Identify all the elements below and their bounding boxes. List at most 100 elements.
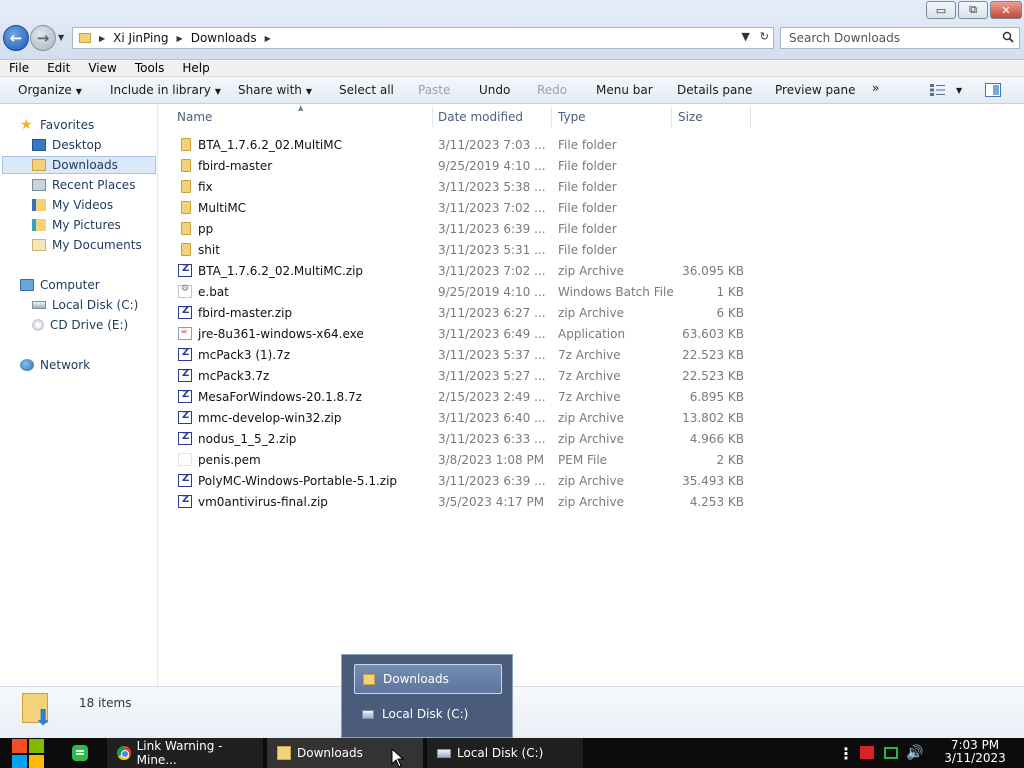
green-app-icon[interactable] xyxy=(72,745,88,761)
start-button[interactable] xyxy=(10,738,44,768)
breadcrumb-user[interactable]: Xi JinPing xyxy=(113,31,168,45)
file-row[interactable]: PolyMC-Windows-Portable-5.1.zip 3/11/2023… xyxy=(170,471,760,492)
address-dropdown-icon[interactable]: ▼ xyxy=(741,30,749,43)
file-row[interactable]: nodus_1_5_2.zip 3/11/2023 6:33 ... zip Arc… xyxy=(170,429,760,450)
cd-drive-icon xyxy=(32,319,44,331)
column-divider[interactable] xyxy=(750,106,751,128)
file-name: fix xyxy=(198,180,213,194)
file-row[interactable]: vm0antivirus-final.zip 3/5/2023 4:17 PM zi… xyxy=(170,492,760,513)
popup-item-local-disk[interactable]: Local Disk (C:) xyxy=(354,699,502,729)
nav-downloads[interactable]: Downloads xyxy=(2,156,156,174)
menu-bar-button[interactable]: Menu bar xyxy=(596,83,653,97)
archive-icon xyxy=(178,410,192,424)
file-row[interactable]: fbird-master 9/25/2019 4:10 ... File folde… xyxy=(170,156,760,177)
command-bar: Organize ▼ Include in library ▼ Share with… xyxy=(0,77,1024,104)
nav-my-videos[interactable]: My Videos xyxy=(32,196,113,214)
nav-favorites[interactable]: ★ Favorites xyxy=(20,116,94,134)
menu-view[interactable]: View xyxy=(79,61,125,75)
file-row[interactable]: MesaForWindows-20.1.8.7z 2/15/2023 2:49 .… xyxy=(170,387,760,408)
view-options-dropdown[interactable]: ▼ xyxy=(956,86,962,95)
select-all-button[interactable]: Select all xyxy=(339,83,394,97)
file-type: zip Archive xyxy=(558,474,624,488)
preview-pane-toggle-icon[interactable] xyxy=(985,83,1001,97)
column-type[interactable]: Type xyxy=(558,110,586,124)
tray-overflow-icon[interactable]: ⋮ xyxy=(838,738,854,768)
more-commands-button[interactable]: » xyxy=(872,81,879,95)
file-row[interactable]: jre-8u361-windows-x64.exe 3/11/2023 6:49 … xyxy=(170,324,760,345)
file-row[interactable]: BTA_1.7.6.2_02.MultiMC.zip 3/11/2023 7:02… xyxy=(170,261,760,282)
nav-my-documents[interactable]: My Documents xyxy=(32,236,142,254)
breadcrumb-downloads[interactable]: Downloads xyxy=(191,31,257,45)
hard-disk-icon xyxy=(362,709,374,719)
back-button[interactable]: ← xyxy=(3,25,29,51)
nav-my-pictures[interactable]: My Pictures xyxy=(32,216,121,234)
system-clock[interactable]: 7:03 PM 3/11/2023 xyxy=(930,739,1020,765)
change-view-icon[interactable] xyxy=(930,84,946,96)
file-date-modified: 3/11/2023 5:31 ... xyxy=(438,243,546,257)
nav-computer[interactable]: Computer xyxy=(20,276,100,294)
paste-button[interactable]: Paste xyxy=(418,83,450,97)
menu-help[interactable]: Help xyxy=(173,61,218,75)
taskbar-button-local-disk[interactable]: Local Disk (C:) xyxy=(427,738,583,768)
taskbar-chrome-label: Link Warning - Mine... xyxy=(136,739,223,767)
refresh-icon[interactable]: ↻ xyxy=(760,30,769,43)
details-pane-button[interactable]: Details pane xyxy=(677,83,752,97)
maximize-button[interactable]: ⧉ xyxy=(958,1,988,19)
column-size[interactable]: Size xyxy=(678,110,703,124)
file-row[interactable]: mcPack3 (1).7z 3/11/2023 5:37 ... 7z Archi… xyxy=(170,345,760,366)
nav-recent-places[interactable]: Recent Places xyxy=(32,176,135,194)
recent-pages-dropdown[interactable]: ▼ xyxy=(58,33,64,42)
close-button[interactable]: ✕ xyxy=(990,1,1022,19)
file-row[interactable]: fix 3/11/2023 5:38 ... File folder xyxy=(170,177,760,198)
file-type: File folder xyxy=(558,159,617,173)
redo-button[interactable]: Redo xyxy=(537,83,567,97)
nav-desktop[interactable]: Desktop xyxy=(32,136,102,154)
organize-button[interactable]: Organize ▼ xyxy=(18,83,82,97)
file-row[interactable]: mcPack3.7z 3/11/2023 5:27 ... 7z Archive 22… xyxy=(170,366,760,387)
file-row[interactable]: mmc-develop-win32.zip 3/11/2023 6:40 ... z… xyxy=(170,408,760,429)
archive-icon xyxy=(178,389,192,403)
archive-icon xyxy=(178,263,192,277)
popup-item-downloads[interactable]: Downloads xyxy=(354,664,502,694)
search-placeholder: Search Downloads xyxy=(789,31,900,45)
column-divider[interactable] xyxy=(671,106,672,128)
column-name[interactable]: Name xyxy=(177,110,212,124)
chevron-right-icon[interactable]: ▶ xyxy=(177,34,183,43)
file-date-modified: 3/11/2023 6:39 ... xyxy=(438,222,546,236)
chevron-right-icon[interactable]: ▶ xyxy=(99,34,105,43)
column-date-modified[interactable]: Date modified xyxy=(438,110,523,124)
file-row[interactable]: pp 3/11/2023 6:39 ... File folder xyxy=(170,219,760,240)
file-row[interactable]: MultiMC 3/11/2023 7:02 ... File folder xyxy=(170,198,760,219)
column-divider[interactable] xyxy=(432,106,433,128)
menu-tools[interactable]: Tools xyxy=(126,61,174,75)
nav-local-disk[interactable]: Local Disk (C:) xyxy=(32,296,138,314)
volume-icon[interactable]: 🔊 xyxy=(906,738,923,768)
file-size: 6 KB xyxy=(716,306,744,320)
taskbar-button-chrome[interactable]: Link Warning - Mine... xyxy=(107,738,263,768)
action-center-flag-icon[interactable] xyxy=(860,746,874,759)
undo-button[interactable]: Undo xyxy=(479,83,510,97)
search-input[interactable]: Search Downloads xyxy=(780,27,1020,49)
nav-my-pictures-label: My Pictures xyxy=(52,218,121,232)
nav-network[interactable]: Network xyxy=(20,356,90,374)
network-status-icon[interactable] xyxy=(884,747,898,759)
menu-file[interactable]: File xyxy=(0,61,38,75)
file-row[interactable]: shit 3/11/2023 5:31 ... File folder xyxy=(170,240,760,261)
file-row[interactable]: BTA_1.7.6.2_02.MultiMC 3/11/2023 7:03 ...… xyxy=(170,135,760,156)
column-divider[interactable] xyxy=(551,106,552,128)
share-with-button[interactable]: Share with ▼ xyxy=(238,83,312,97)
chevron-right-icon[interactable]: ▶ xyxy=(265,34,271,43)
address-bar[interactable]: ▶ Xi JinPing ▶ Downloads ▶ ▼ ↻ xyxy=(72,27,774,49)
file-row[interactable]: penis.pem 3/8/2023 1:08 PM PEM File 2 KB xyxy=(170,450,760,471)
file-type: 7z Archive xyxy=(558,369,621,383)
menu-edit[interactable]: Edit xyxy=(38,61,79,75)
include-in-library-button[interactable]: Include in library ▼ xyxy=(110,83,221,97)
minimize-button[interactable]: ▭ xyxy=(926,1,956,19)
forward-button[interactable]: → xyxy=(30,25,56,51)
preview-pane-button[interactable]: Preview pane xyxy=(775,83,855,97)
search-icon[interactable] xyxy=(1002,31,1014,43)
nav-cd-drive[interactable]: CD Drive (E:) xyxy=(32,316,128,334)
popup-local-disk-label: Local Disk (C:) xyxy=(382,707,469,721)
file-row[interactable]: fbird-master.zip 3/11/2023 6:27 ... zip Ar… xyxy=(170,303,760,324)
file-row[interactable]: e.bat 9/25/2019 4:10 ... Windows Batch Fil… xyxy=(170,282,760,303)
